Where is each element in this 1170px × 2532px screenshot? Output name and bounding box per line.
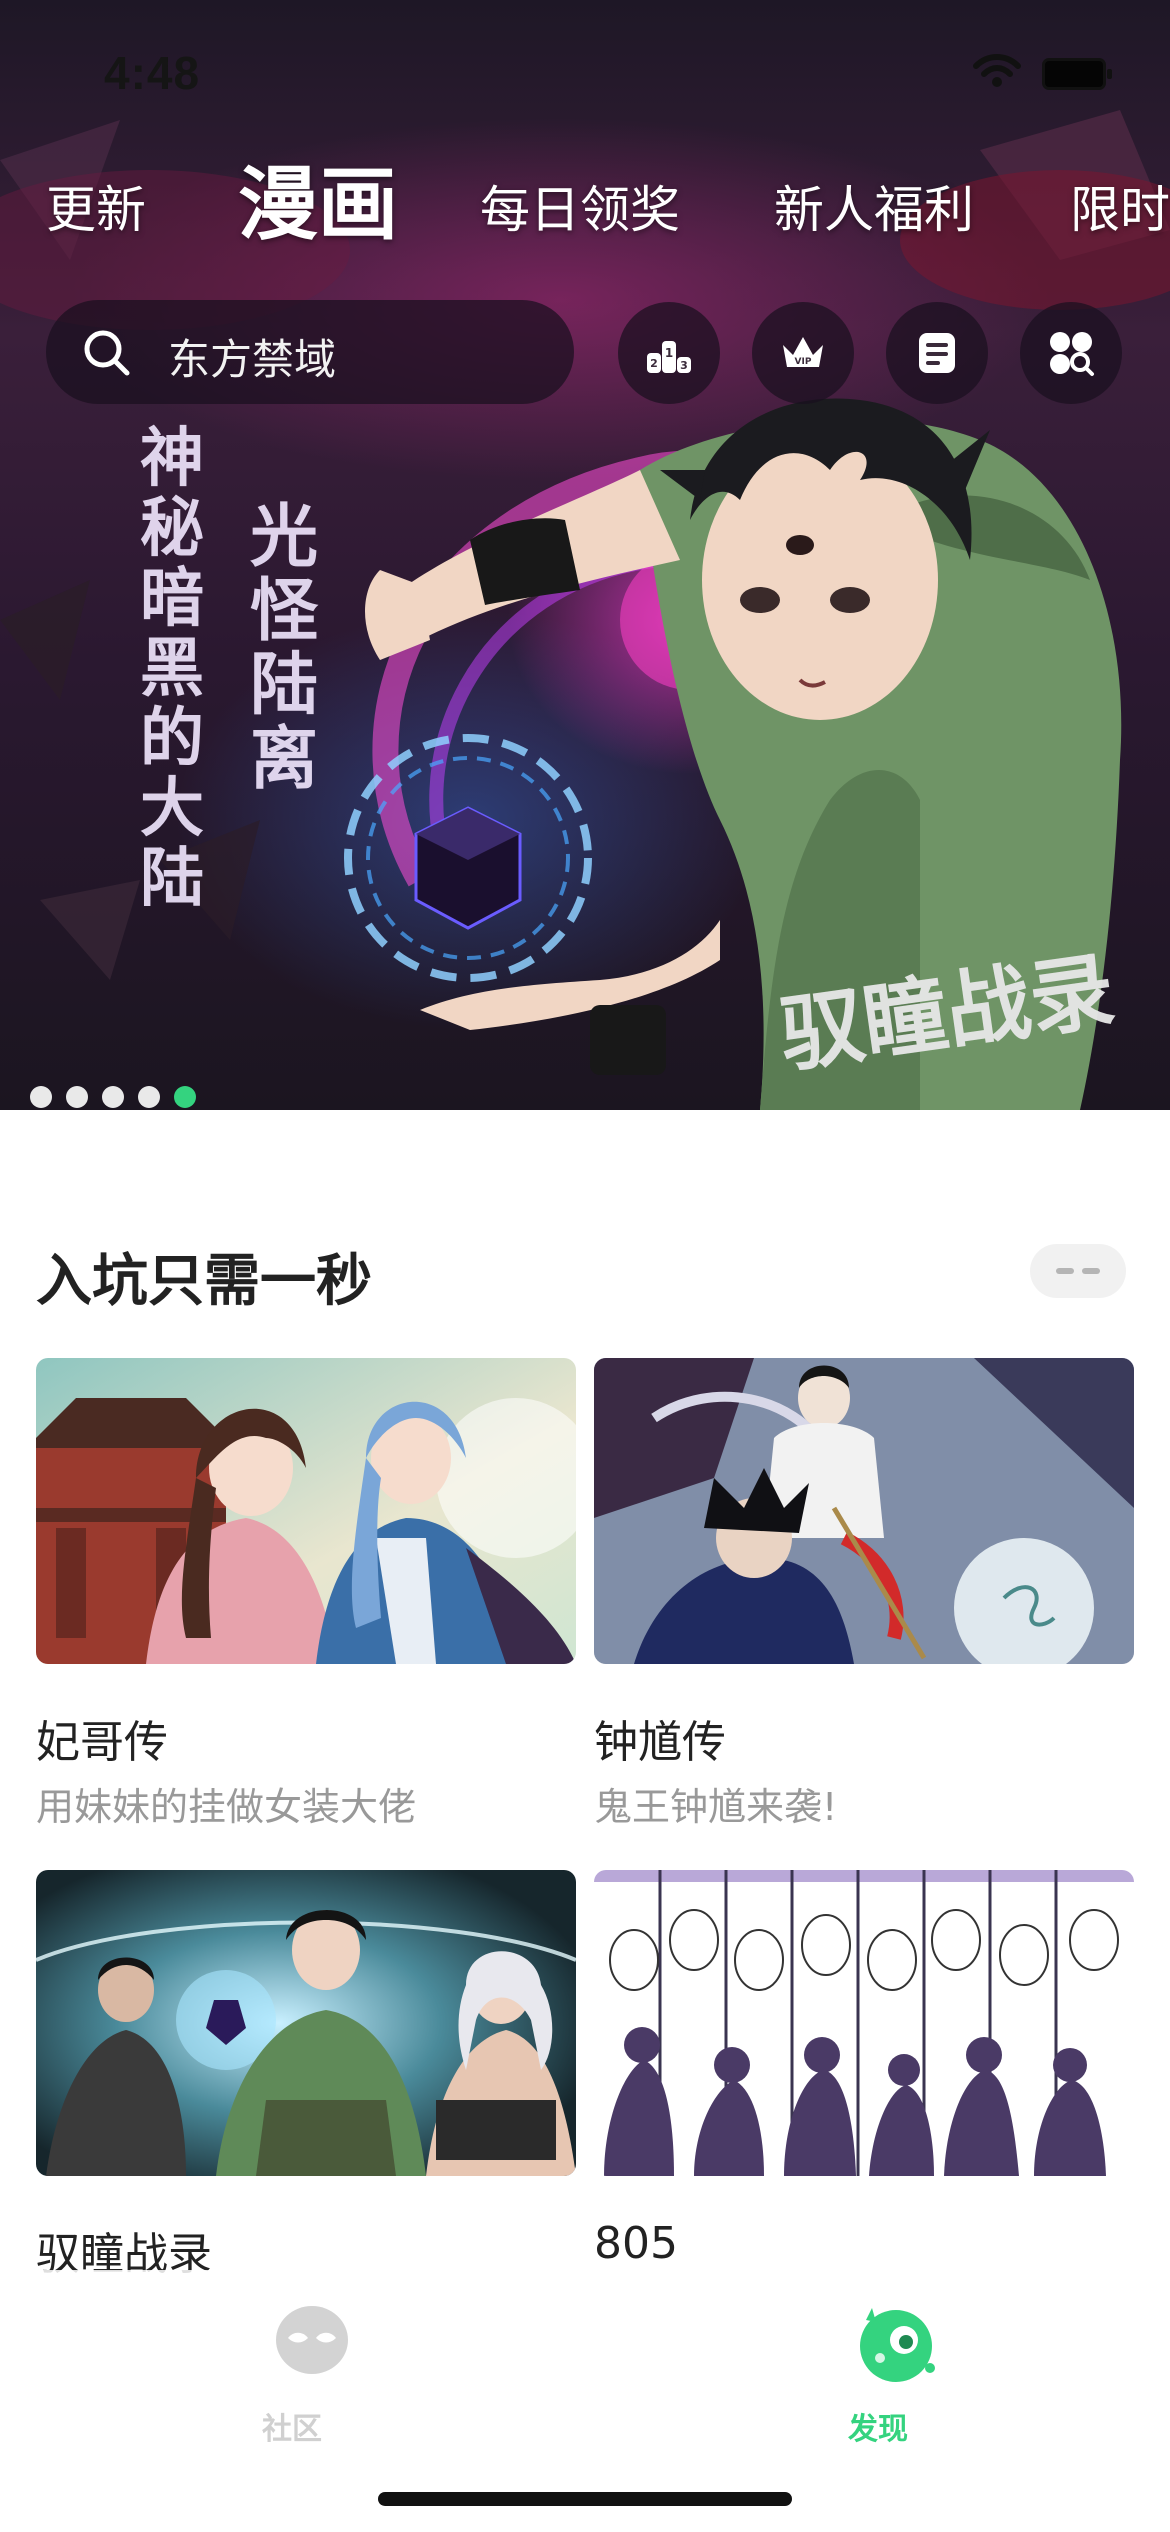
nav-discover[interactable]: 发现 [798,2300,958,2447]
search-placeholder: 东方禁域 [168,335,337,384]
nav-label-community: 社区 [262,2412,322,2447]
battery-icon [1042,58,1112,90]
carousel-dot-active[interactable] [174,1086,196,1108]
list-button[interactable] [886,302,988,404]
tab-limited-time[interactable]: 限时 [1070,170,1170,242]
comic-cover[interactable] [36,1870,576,2176]
banner-text-2: 光怪陆离 [250,497,319,799]
tab-newcomer-benefits[interactable]: 新人福利 [774,170,974,242]
search-input[interactable]: 东方禁域 [46,300,574,404]
svg-text:3: 3 [680,359,688,372]
hero-banner[interactable]: 神秘暗黑的大陆 光怪陆离 驭瞳战录 4:48 更新 漫画 每日领奖 新人福利 限… [0,0,1170,1110]
svg-text:1: 1 [665,346,673,360]
status-bar: 4:48 [0,0,1170,140]
tab-daily-rewards[interactable]: 每日领奖 [480,170,680,242]
comic-subtitle: 用妹妹的挂做女装大佬 [36,1785,417,1829]
ranking-button[interactable]: 1 2 3 [618,302,720,404]
tab-updates[interactable]: 更新 [46,170,146,242]
top-tab-bar: 更新 漫画 每日领奖 新人福利 限时 [0,140,1170,251]
comic-cover[interactable] [36,1358,576,1664]
tab-comics[interactable]: 漫画 [238,140,398,256]
search-icon [84,330,130,376]
nav-label-discover: 发现 [848,2412,908,2447]
banner-text-1: 神秘暗黑的大陆 [140,421,204,916]
nav-community[interactable]: 社区 [212,2300,372,2447]
vip-crown-icon: VIP [783,337,823,367]
community-icon [276,2306,348,2374]
comic-title[interactable]: 805 [594,2218,678,2269]
carousel-dot[interactable] [66,1086,88,1108]
svg-text:2: 2 [650,357,658,370]
category-icon [1050,332,1094,376]
discover-icon [860,2308,935,2382]
svg-text:VIP: VIP [795,357,812,367]
status-time: 4:48 [104,47,201,99]
vip-button[interactable]: VIP [752,302,854,404]
comic-cover[interactable] [594,1870,1134,2176]
category-button[interactable] [1020,302,1122,404]
ranking-icon: 1 2 3 [647,341,691,373]
comic-cover[interactable] [594,1358,1134,1664]
more-button[interactable] [1030,1244,1126,1298]
home-indicator[interactable] [378,2492,792,2506]
carousel-dot[interactable] [138,1086,160,1108]
comic-title[interactable]: 妃哥传 [36,1706,168,1770]
more-icon [1056,1268,1100,1274]
section-title: 入坑只需一秒 [36,1249,372,1314]
wifi-icon [973,54,1021,87]
carousel-dot[interactable] [30,1086,52,1108]
carousel-dot[interactable] [102,1086,124,1108]
comic-title[interactable]: 钟馗传 [594,1706,726,1770]
list-icon [919,333,955,373]
search-row: 东方禁域 1 2 3 VIP [0,300,1170,408]
comic-subtitle: 鬼王钟馗来袭! [594,1785,838,1829]
